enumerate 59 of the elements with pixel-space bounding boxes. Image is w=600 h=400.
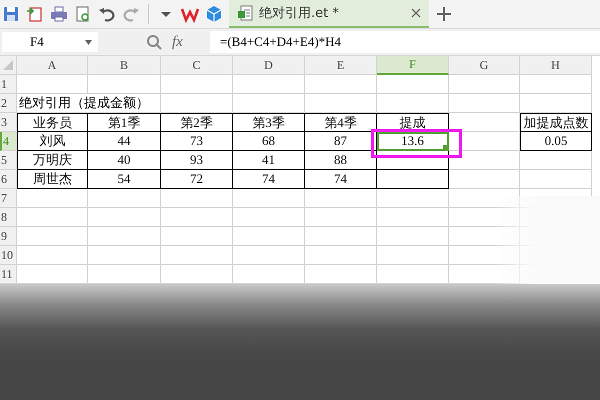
table-cell[interactable]: 13.6 [377, 132, 449, 151]
column-header[interactable]: G [449, 56, 520, 75]
save-icon[interactable] [2, 5, 20, 23]
table-cell[interactable]: 41 [233, 151, 305, 170]
table-cell[interactable]: 第4季 [305, 113, 377, 132]
row-header[interactable]: 6 [0, 170, 17, 189]
table-cell[interactable]: 74 [233, 170, 305, 189]
document-tab[interactable]: 绝对引用.et * [229, 0, 429, 28]
row-header[interactable]: 7 [0, 189, 17, 208]
formula-field[interactable]: =(B4+C4+D4+E4)*H4 [210, 31, 600, 53]
tab-title: 绝对引用.et * [259, 5, 340, 22]
cube-icon[interactable] [205, 5, 223, 23]
table-cell[interactable]: 刘风 [17, 132, 88, 151]
column-header[interactable]: D [233, 56, 305, 75]
zoom-icon[interactable] [146, 34, 162, 50]
table-cell[interactable]: 0.05 [520, 132, 592, 151]
grid-cell[interactable] [377, 151, 449, 170]
export-icon[interactable] [26, 5, 44, 23]
table-cell[interactable]: 第1季 [88, 113, 161, 132]
table-cell[interactable]: 周世杰 [17, 170, 88, 189]
column-header[interactable]: H [520, 56, 592, 75]
table-cell[interactable]: 93 [161, 151, 233, 170]
row-header[interactable]: 9 [0, 227, 17, 246]
column-header[interactable]: C [161, 56, 233, 75]
spreadsheet-file-icon [237, 5, 253, 21]
row-header[interactable]: 1 [0, 75, 17, 94]
redo-icon[interactable] [122, 5, 140, 23]
row-header[interactable]: 8 [0, 208, 17, 227]
column-header[interactable]: E [305, 56, 377, 75]
row-header[interactable]: 3 [0, 113, 17, 132]
select-all-icon[interactable] [3, 60, 13, 70]
table-cell[interactable]: 44 [88, 132, 161, 151]
close-icon[interactable] [411, 8, 421, 18]
function-button[interactable]: fx [172, 34, 202, 50]
table-cell[interactable]: 88 [305, 151, 377, 170]
table-cell[interactable]: 业务员 [17, 113, 88, 132]
column-header[interactable]: A [17, 56, 88, 75]
table-cell[interactable]: 72 [161, 170, 233, 189]
print-icon[interactable] [50, 5, 68, 23]
row-header[interactable]: 2 [0, 94, 17, 113]
table-cell[interactable]: 加提成点数 [520, 113, 592, 132]
table-cell[interactable]: 73 [161, 132, 233, 151]
row-header[interactable]: 11 [0, 265, 17, 284]
undo-icon[interactable] [98, 5, 116, 23]
sheet-title: 绝对引用（提成金额） [17, 94, 161, 113]
table-cell[interactable]: 54 [88, 170, 161, 189]
column-header[interactable]: B [88, 56, 161, 75]
name-box[interactable]: F4 [2, 32, 98, 52]
table-cell[interactable]: 40 [88, 151, 161, 170]
row-header[interactable]: 10 [0, 246, 17, 265]
table-cell[interactable]: 74 [305, 170, 377, 189]
row-header[interactable]: 5 [0, 151, 17, 170]
table-cell[interactable]: 第3季 [233, 113, 305, 132]
grid-cell[interactable] [377, 170, 449, 189]
caret-icon [85, 40, 92, 44]
table-cell[interactable]: 第2季 [161, 113, 233, 132]
table-cell[interactable]: 万明庆 [17, 151, 88, 170]
add-tab-icon[interactable] [435, 5, 453, 23]
table-cell[interactable]: 68 [233, 132, 305, 151]
